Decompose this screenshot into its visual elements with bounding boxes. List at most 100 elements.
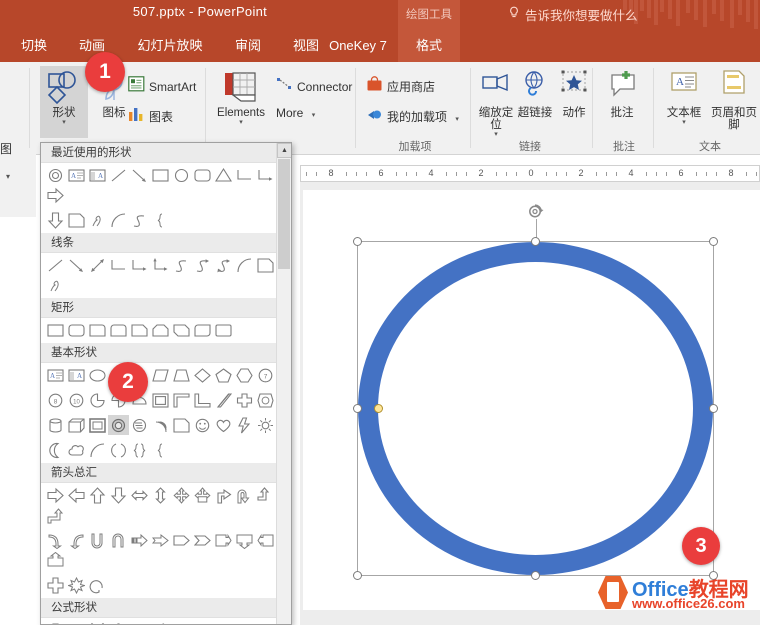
gallery-shape-bracel[interactable] [150,440,171,460]
clipped-item-label[interactable]: 图 [0,140,12,157]
gallery-shape-ad[interactable] [108,485,129,505]
shapes-gallery-dropdown[interactable]: 最近使用的形状AA线条矩形基本形状AA7810箭头总汇公式形状流程图星与旗帜 ▲ [40,142,292,625]
gallery-shape-acurvel[interactable] [45,530,66,550]
gallery-shape-donut[interactable] [45,165,66,185]
resize-handle-sw[interactable] [353,571,362,580]
gallery-shape-oct[interactable]: 8 [45,390,66,410]
action-button[interactable]: 动作 [555,66,593,138]
gallery-shape-lshape[interactable] [192,390,213,410]
resize-handle-e[interactable] [709,404,718,413]
gallery-shape-elbowa[interactable] [129,255,150,275]
zoom-button[interactable]: 缩放定位 ▾ [477,66,515,138]
gallery-shape-auturn[interactable] [234,485,255,505]
textbox-button[interactable]: A 文本框 ▾ [662,66,706,138]
gallery-shape-roundd[interactable] [192,320,213,340]
connector-button[interactable]: Connector [276,76,352,98]
gallery-shape-hept[interactable]: 7 [255,365,276,385]
chevron-down-icon[interactable]: ▾ [40,119,88,127]
gallery-shape-eqneq[interactable] [150,620,171,625]
scrollbar-thumb[interactable] [278,159,290,269]
gallery-shape-hex[interactable] [234,365,255,385]
chevron-down-icon[interactable]: ▾ [662,119,706,127]
gallery-shape-abent[interactable] [213,485,234,505]
gallery-shape-bolt[interactable] [234,415,255,435]
gallery-shape-acurved[interactable] [108,530,129,550]
gallery-shape-paren[interactable] [108,440,129,460]
gallery-shape-cross[interactable] [234,390,255,410]
hyperlink-button[interactable]: 超链接 [516,66,554,138]
gallery-shape-diam[interactable] [192,365,213,385]
gallery-shape-cloud[interactable] [66,440,87,460]
gallery-shape-elbowa[interactable] [255,165,276,185]
gallery-shape-para[interactable] [150,365,171,385]
clipped-caret-icon[interactable]: ▾ [6,172,10,181]
gallery-shape-spiral[interactable] [129,415,150,435]
gallery-shape-line[interactable] [108,165,129,185]
gallery-shape-elbow[interactable] [108,255,129,275]
gallery-shape-aleftup[interactable] [255,485,276,505]
tab-0[interactable]: 切换 [10,30,58,62]
gallery-shape-circarr[interactable] [87,575,108,595]
chevron-down-icon[interactable]: ▾ [312,112,316,119]
gallery-shape-dogear[interactable] [255,255,276,275]
gallery-shape-eqdiv[interactable] [108,620,129,625]
gallery-shape-cyl[interactable] [45,415,66,435]
header-footer-button[interactable]: 页眉和页脚 [708,66,760,138]
gallery-shape-oval[interactable] [87,365,108,385]
tell-me-search[interactable]: 告诉我你想要做什么 [508,0,638,32]
gallery-shape-moon[interactable] [45,440,66,460]
gallery-shape-arc[interactable] [234,255,255,275]
gallery-shape-bracel[interactable] [150,210,171,230]
shapes-button[interactable]: 形状 ▾ [40,66,88,138]
gallery-shape-chev[interactable] [192,530,213,550]
gallery-shape-arcs[interactable] [150,415,171,435]
adjustment-handle[interactable] [374,404,383,413]
gallery-shape-arrowline[interactable] [66,255,87,275]
rotate-icon[interactable] [527,202,545,220]
resize-handle-s[interactable] [531,571,540,580]
gallery-shape-notchr[interactable] [150,530,171,550]
gallery-shape-snip2[interactable] [150,320,171,340]
my-addins-button[interactable]: 我的加载项 ▾ [366,106,459,128]
tab-2[interactable]: 幻灯片放映 [126,30,214,62]
gallery-shape-round2[interactable] [108,320,129,340]
scroll-up-icon[interactable]: ▲ [277,143,292,158]
gallery-shape-sqframe[interactable] [87,415,108,435]
gallery-scrollbar[interactable]: ▲ [276,143,291,624]
gallery-shape-acurveu[interactable] [87,530,108,550]
gallery-shape-al[interactable] [66,485,87,505]
gallery-shape-snip[interactable] [129,320,150,340]
gallery-shape-acurver[interactable] [66,530,87,550]
gallery-shape-eqplus[interactable] [45,620,66,625]
gallery-shape-tri[interactable] [213,165,234,185]
gallery-shape-eqeq[interactable] [129,620,150,625]
gallery-shape-cross4[interactable] [66,575,87,595]
gallery-shape-scribble[interactable] [45,275,66,295]
gallery-shape-heart[interactable] [213,415,234,435]
gallery-shape-eqmult[interactable] [87,620,108,625]
gallery-shape-rect[interactable] [150,165,171,185]
gallery-shape-au[interactable] [87,485,108,505]
gallery-shape-lfcall[interactable] [255,530,276,550]
gallery-shape-lframe[interactable] [171,390,192,410]
gallery-shape-frame[interactable] [150,390,171,410]
gallery-shape-curved[interactable] [213,255,234,275]
smartart-button[interactable]: SmartArt [128,76,196,98]
resize-handle-w[interactable] [353,404,362,413]
gallery-shape-rrect[interactable] [66,320,87,340]
gallery-shape-stripedr[interactable] [129,530,150,550]
chart-button[interactable]: 图表 [128,106,173,128]
gallery-shape-pent2[interactable] [171,530,192,550]
resize-handle-ne[interactable] [709,237,718,246]
gallery-shape-pent[interactable] [213,365,234,385]
gallery-shape-eqminus[interactable] [66,620,87,625]
gallery-shape-vtext[interactable]: A [66,365,87,385]
gallery-shape-elbowd[interactable] [150,255,171,275]
gallery-shape-scribble[interactable] [87,210,108,230]
gallery-shape-rect[interactable] [45,320,66,340]
gallery-shape-bevel[interactable] [255,390,276,410]
gallery-shape-trap[interactable] [171,365,192,385]
chevron-down-icon[interactable]: ▾ [455,116,459,123]
tab-5[interactable]: OneKey 7 [318,30,398,62]
gallery-shape-abentup[interactable] [45,505,66,525]
